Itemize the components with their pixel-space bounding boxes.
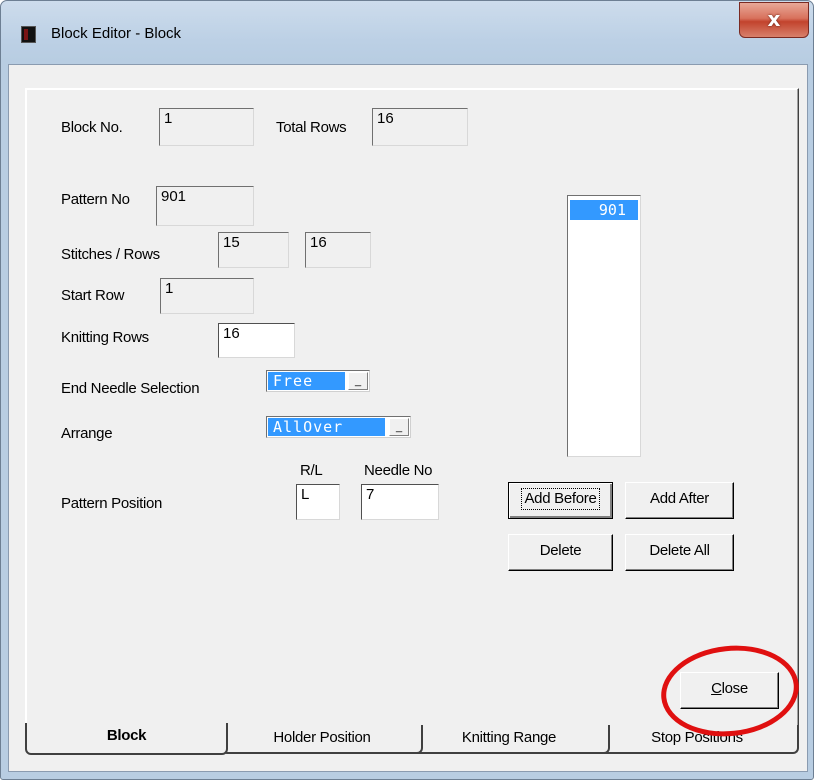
add-before-label: Add Before xyxy=(521,488,600,510)
needle-no-label: Needle No xyxy=(364,462,433,479)
start-row-label: Start Row xyxy=(61,287,125,304)
chevron-down-icon[interactable]: _ xyxy=(348,372,368,390)
chevron-down-icon[interactable]: _ xyxy=(389,418,409,436)
rows-field: 16 xyxy=(305,232,371,268)
pattern-no-field: 901 xyxy=(156,186,254,226)
knitting-rows-label: Knitting Rows xyxy=(61,329,149,346)
pattern-listbox[interactable]: 901 xyxy=(567,195,641,457)
title-bar[interactable]: Block Editor - Block x xyxy=(1,1,813,63)
knitting-rows-input[interactable]: 16 xyxy=(218,323,295,358)
app-icon xyxy=(21,26,36,43)
tab-block[interactable]: Block xyxy=(25,723,228,755)
total-rows-field: 16 xyxy=(372,108,468,146)
block-no-field: 1 xyxy=(159,108,254,146)
stitches-field: 15 xyxy=(218,232,289,268)
pattern-no-label: Pattern No xyxy=(61,191,130,208)
rl-label: R/L xyxy=(300,462,323,479)
needle-no-input[interactable]: 7 xyxy=(361,484,439,520)
rl-input[interactable]: L xyxy=(296,484,340,520)
window-close-button[interactable]: x xyxy=(739,2,809,38)
pattern-position-label: Pattern Position xyxy=(61,495,163,512)
block-no-label: Block No. xyxy=(61,119,123,136)
list-item[interactable]: 901 xyxy=(570,200,638,220)
tab-panel-block xyxy=(25,88,799,726)
add-before-button[interactable]: Add Before xyxy=(508,482,613,519)
end-needle-selection-dropdown[interactable]: Free _ xyxy=(266,370,370,392)
end-needle-selected-value: Free xyxy=(268,372,345,390)
tab-holder-position[interactable]: Holder Position xyxy=(221,725,423,754)
delete-all-button[interactable]: Delete All xyxy=(625,534,734,571)
arrange-dropdown[interactable]: AllOver _ xyxy=(266,416,411,438)
stitches-rows-label: Stitches / Rows xyxy=(61,246,160,263)
window-title: Block Editor - Block xyxy=(51,25,182,42)
total-rows-label: Total Rows xyxy=(276,119,347,136)
tab-knitting-range[interactable]: Knitting Range xyxy=(408,725,610,754)
end-needle-selection-label: End Needle Selection xyxy=(61,380,200,397)
delete-button[interactable]: Delete xyxy=(508,534,613,571)
arrange-label: Arrange xyxy=(61,425,113,442)
add-after-button[interactable]: Add After xyxy=(625,482,734,519)
start-row-field: 1 xyxy=(160,278,254,314)
arrange-selected-value: AllOver xyxy=(268,418,385,436)
tab-strip: Stop Positions Knitting Range Holder Pos… xyxy=(25,723,803,755)
